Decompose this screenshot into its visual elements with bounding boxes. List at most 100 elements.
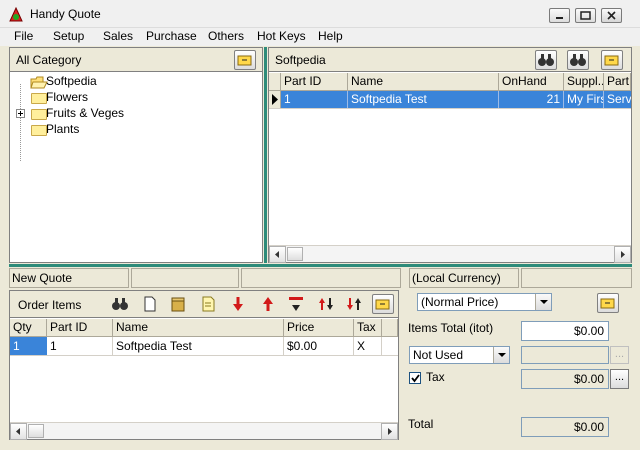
items-total-label: Items Total (itot): [408, 321, 494, 335]
parts-header-label: Softpedia: [275, 53, 326, 67]
scroll-thumb[interactable]: [28, 424, 44, 438]
col-name[interactable]: Name: [348, 73, 499, 91]
cell-order-part-id[interactable]: 1: [47, 337, 113, 355]
discount-ellipsis-button[interactable]: ...: [610, 346, 629, 364]
dropdown-arrow[interactable]: [535, 294, 551, 310]
cell-part[interactable]: Serv: [604, 91, 631, 108]
discount-select[interactable]: Not Used: [409, 346, 510, 364]
move-up-button[interactable]: [258, 295, 278, 315]
col-price[interactable]: Price: [284, 319, 354, 337]
horizontal-splitter[interactable]: [9, 264, 632, 267]
col-part-id[interactable]: Part ID: [281, 73, 348, 91]
minimize-button[interactable]: [549, 8, 570, 23]
dropdown-arrow[interactable]: [493, 347, 509, 363]
col-onhand[interactable]: OnHand: [499, 73, 564, 91]
scroll-right-button[interactable]: [381, 423, 398, 440]
row-indicator-header: [269, 73, 281, 91]
total-label: Total: [408, 417, 434, 431]
table-row[interactable]: 1 1 Softpedia Test $0.00 X: [10, 337, 398, 356]
parts-header: Softpedia: [269, 48, 631, 72]
expand-plus-icon[interactable]: [16, 109, 25, 118]
folder-icon: [31, 93, 47, 104]
col-supplier[interactable]: Suppl...: [564, 73, 604, 91]
tree-item-fruits-veges[interactable]: Fruits & Veges: [16, 106, 226, 122]
package-icon: [171, 297, 185, 312]
tree-item-flowers[interactable]: Flowers: [26, 90, 226, 106]
menu-bar: File Setup Sales Purchase Others Hot Key…: [0, 28, 640, 46]
folder-icon: [31, 125, 47, 136]
close-button[interactable]: [601, 8, 622, 23]
order-action-button[interactable]: [372, 294, 394, 314]
scroll-thumb[interactable]: [287, 247, 303, 261]
row-pointer-icon: [272, 94, 278, 105]
col-tax[interactable]: Tax: [354, 319, 382, 337]
tree-item-softpedia[interactable]: Softpedia: [26, 74, 226, 90]
cell-price[interactable]: $0.00: [284, 337, 354, 355]
menu-purchase[interactable]: Purchase: [146, 29, 197, 43]
parts-horizontal-scrollbar[interactable]: [269, 245, 631, 263]
tax-ellipsis-button[interactable]: ...: [610, 369, 629, 389]
col-part[interactable]: Part: [604, 73, 631, 91]
currency-label: (Local Currency): [409, 268, 519, 288]
category-header: All Category: [10, 48, 262, 72]
cell-name[interactable]: Softpedia Test: [348, 91, 499, 108]
find-item-button[interactable]: [110, 295, 130, 315]
notes-button[interactable]: [198, 295, 218, 315]
menu-sales[interactable]: Sales: [103, 29, 133, 43]
scroll-right-button[interactable]: [614, 246, 631, 263]
menu-hot-keys[interactable]: Hot Keys: [257, 29, 306, 43]
cell-onhand[interactable]: 21: [499, 91, 564, 108]
order-horizontal-scrollbar[interactable]: [10, 422, 398, 440]
order-items-header: Order Items: [10, 291, 398, 318]
title-bar: Handy Quote: [0, 0, 640, 28]
vertical-splitter[interactable]: [264, 47, 267, 263]
package-button[interactable]: [168, 295, 188, 315]
col-qty[interactable]: Qty: [10, 319, 47, 337]
quote-status: New Quote: [9, 268, 129, 288]
binoculars-icon: [112, 298, 128, 310]
col-order-name[interactable]: Name: [113, 319, 284, 337]
row-indicator: [269, 91, 281, 108]
folder-hand-icon: [375, 299, 390, 310]
insert-below-button[interactable]: [286, 295, 306, 315]
arrow-left-icon: [16, 428, 20, 435]
cell-qty[interactable]: 1: [10, 337, 47, 355]
cell-order-name[interactable]: Softpedia Test: [113, 337, 284, 355]
tree-item-label: Softpedia: [46, 74, 97, 88]
scroll-left-button[interactable]: [269, 246, 286, 263]
new-item-button[interactable]: [140, 295, 160, 315]
menu-help[interactable]: Help: [318, 29, 343, 43]
price-list-select[interactable]: (Normal Price): [417, 293, 552, 311]
parts-action-button[interactable]: [601, 50, 623, 70]
items-total-field[interactable]: $0.00: [521, 321, 609, 341]
find-next-button[interactable]: [567, 50, 589, 70]
insert-row-icon: [289, 297, 303, 311]
swap-rows-button[interactable]: [316, 295, 336, 315]
scroll-left-button[interactable]: [10, 423, 27, 440]
maximize-button[interactable]: [575, 8, 596, 23]
menu-others[interactable]: Others: [208, 29, 244, 43]
cell-supplier[interactable]: My First: [564, 91, 604, 108]
menu-setup[interactable]: Setup: [53, 29, 84, 43]
sort-button[interactable]: [344, 295, 364, 315]
price-list-value: (Normal Price): [421, 295, 499, 309]
tree-item-plants[interactable]: Plants: [26, 122, 226, 138]
arrow-right-icon: [621, 251, 625, 258]
totals-panel: (Normal Price) Items Total (itot) $0.00 …: [403, 290, 632, 440]
arrow-right-icon: [388, 428, 392, 435]
col-order-part-id[interactable]: Part ID: [47, 319, 113, 337]
category-header-label: All Category: [16, 53, 82, 67]
menu-file[interactable]: File: [14, 29, 33, 43]
folder-hand-icon: [604, 55, 619, 66]
arrow-left-icon: [275, 251, 279, 258]
table-row[interactable]: 1 Softpedia Test 21 My First Serv: [269, 91, 631, 109]
category-action-button[interactable]: [234, 50, 256, 70]
cell-tax[interactable]: X: [354, 337, 382, 355]
discount-value: Not Used: [413, 348, 464, 362]
cell-part-id[interactable]: 1: [281, 91, 348, 108]
move-down-button[interactable]: [228, 295, 248, 315]
maximize-icon: [580, 11, 591, 20]
find-button[interactable]: [535, 50, 557, 70]
totals-action-button[interactable]: [597, 293, 619, 313]
tax-checkbox[interactable]: [409, 372, 421, 384]
